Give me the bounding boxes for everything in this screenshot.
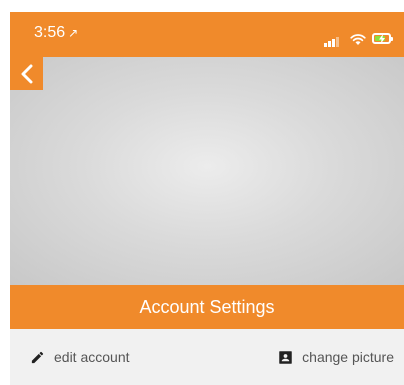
- contact-card-icon: [279, 350, 292, 364]
- pencil-icon: [31, 351, 44, 363]
- account-actions: edit account change picture: [10, 329, 404, 385]
- edit-account-button[interactable]: edit account: [10, 349, 130, 365]
- change-picture-label: change picture: [302, 349, 394, 365]
- page-title: Account Settings: [139, 296, 275, 317]
- status-time: 3:56 ↗: [34, 24, 78, 42]
- cellular-signal-icon: [324, 37, 341, 47]
- battery-charging-icon: [372, 33, 393, 44]
- profile-cover-image: [10, 57, 404, 285]
- charging-bolt-icon: [379, 34, 385, 44]
- chevron-left-icon: [21, 64, 32, 83]
- back-button[interactable]: [10, 57, 43, 90]
- app-screen: 3:56 ↗ Account Settings edit account cha…: [10, 12, 404, 385]
- status-time-text: 3:56: [34, 24, 66, 41]
- location-arrow-icon: ↗: [68, 26, 79, 40]
- wifi-icon: [350, 34, 366, 45]
- change-picture-button[interactable]: change picture: [278, 349, 404, 365]
- edit-account-label: edit account: [54, 349, 130, 365]
- page-title-bar: Account Settings: [10, 285, 404, 329]
- status-bar: 3:56 ↗: [10, 12, 404, 57]
